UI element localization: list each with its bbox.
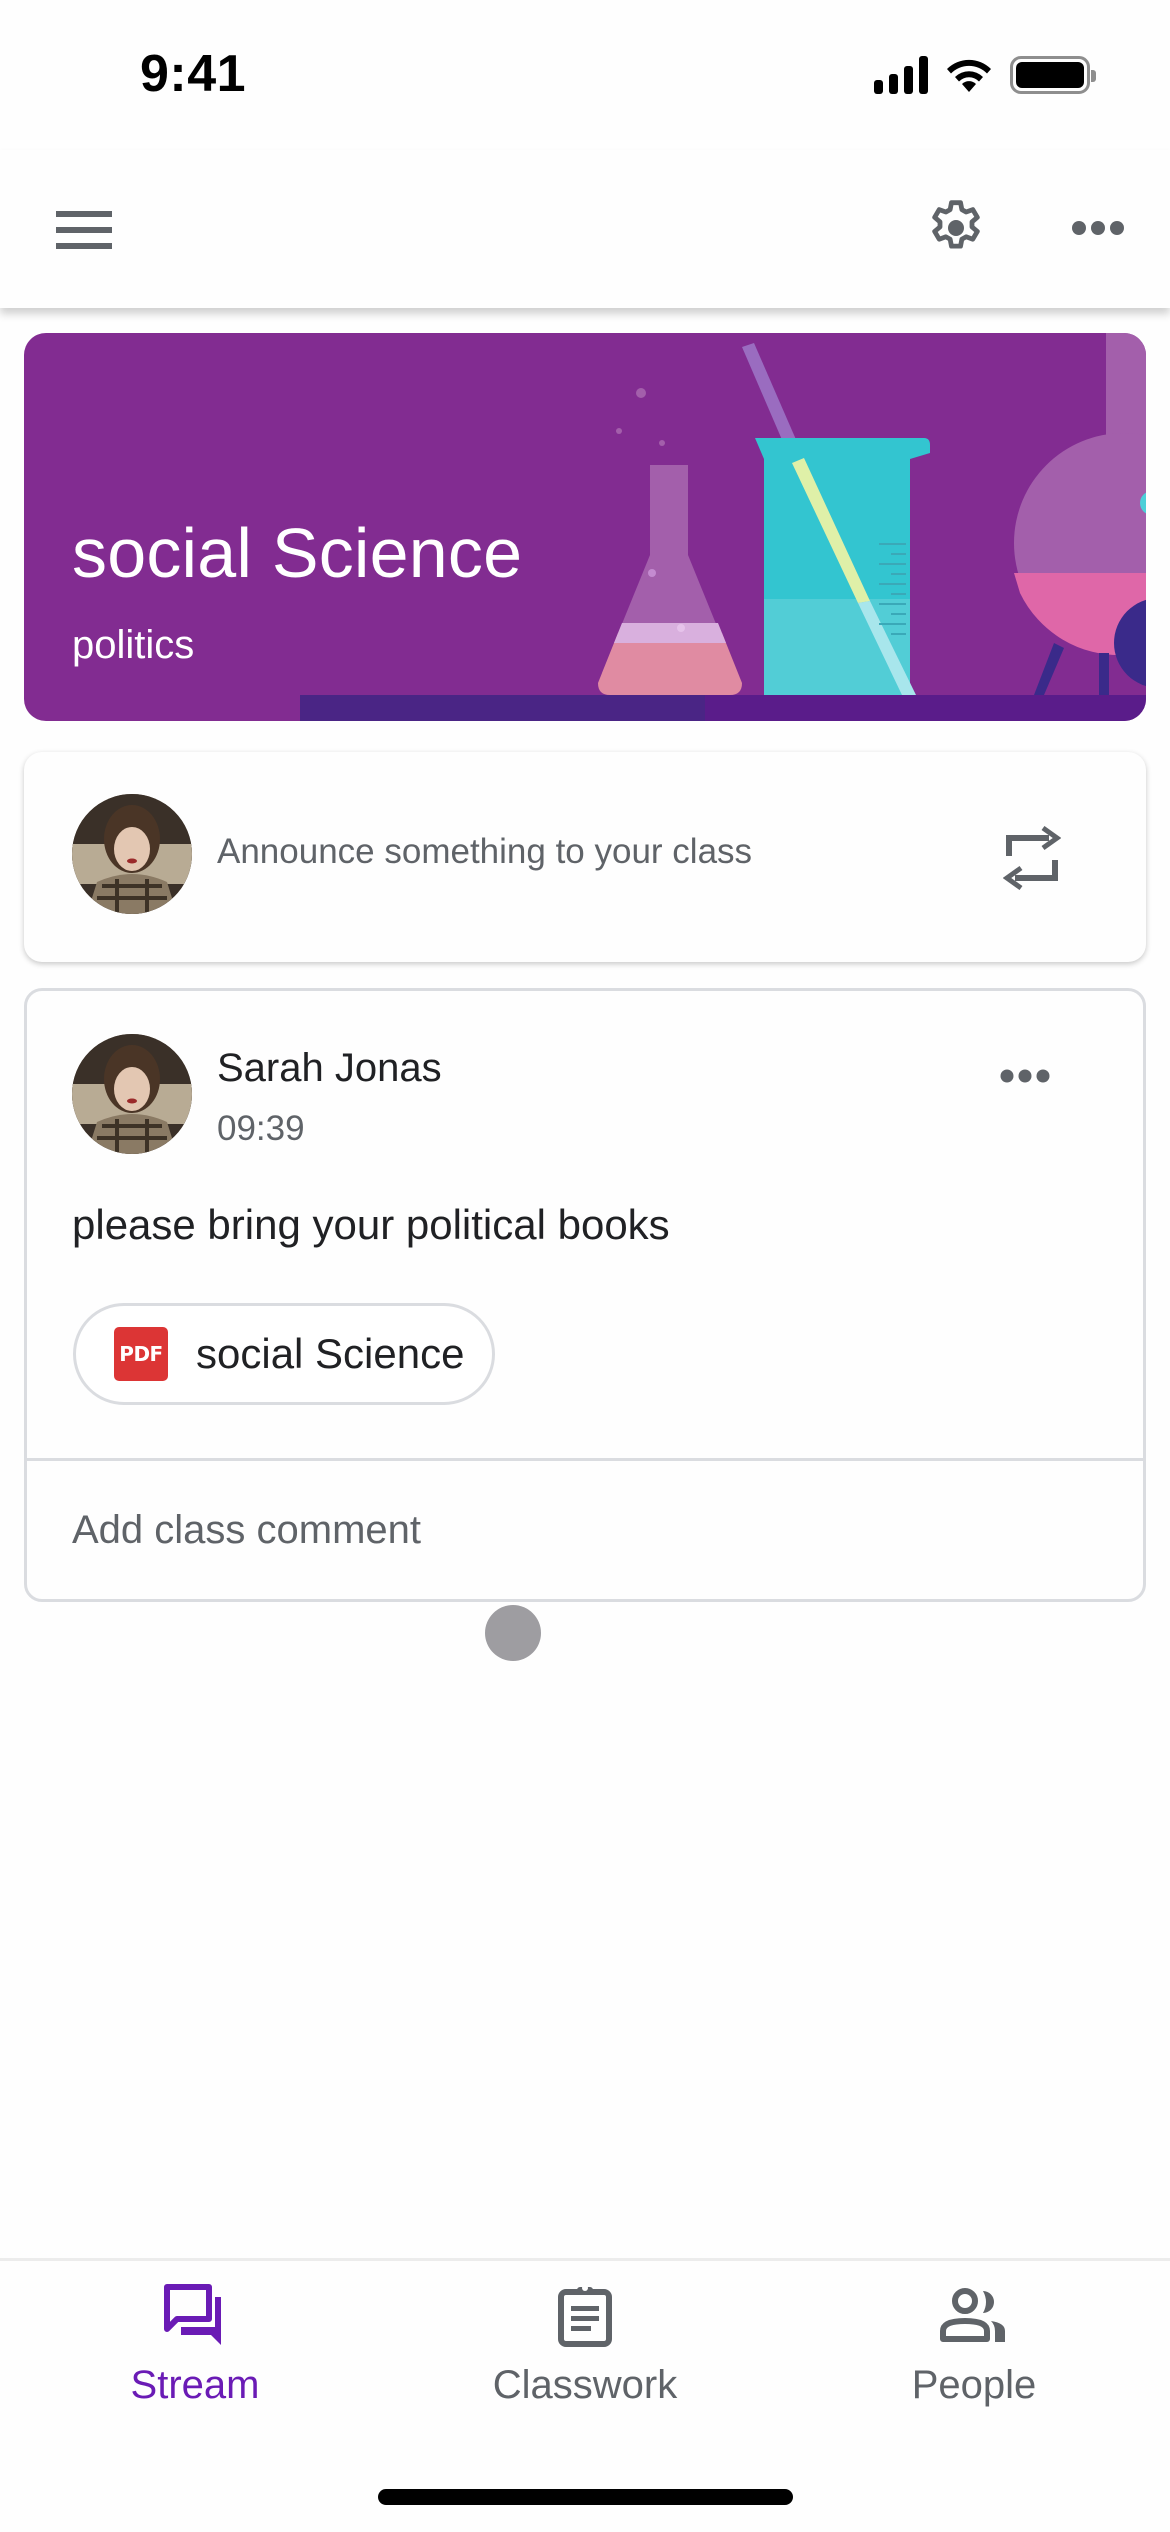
class-section: politics [72,623,195,667]
status-time: 9:41 [140,45,247,103]
attachment-name: social Science [196,1330,465,1377]
post-more-button[interactable] [977,1041,1073,1111]
add-comment-label: Add class comment [72,1507,422,1552]
nav-tab-classwork[interactable]: Classwork [435,2279,735,2429]
post-timestamp: 09:39 [217,1109,305,1148]
more-options-button[interactable] [1050,180,1146,276]
class-banner[interactable]: social Science politics [24,333,1146,721]
announcement-post: Sarah Jonas 09:39 please bring your poli… [24,988,1146,1602]
more-horizontal-icon [1072,221,1124,235]
stream-icon [164,2284,221,2345]
cellular-signal-icon [874,56,928,94]
post-author: Sarah Jonas [217,1046,442,1090]
nav-tab-people[interactable]: People [824,2279,1124,2429]
app-bar [0,150,1170,308]
add-comment-button[interactable]: Add class comment [27,1461,1143,1599]
hamburger-menu-icon [56,211,112,249]
status-icons [874,56,1096,94]
settings-button[interactable] [908,180,1004,276]
nav-label: People [911,2363,1037,2407]
repost-button[interactable] [984,810,1080,906]
pdf-icon: PDF [114,1327,168,1381]
class-title: social Science [72,514,523,592]
repost-icon [1003,826,1061,890]
wifi-icon [947,59,991,92]
battery-icon [1010,56,1096,94]
announce-input[interactable]: Announce something to your class [217,832,752,872]
author-avatar [72,1034,192,1154]
home-indicator[interactable] [378,2489,793,2505]
status-bar: 9:41 [0,0,1170,150]
avatar [72,794,192,914]
nav-label: Classwork [492,2363,678,2407]
nav-label: Stream [130,2363,260,2407]
announce-card[interactable]: Announce something to your class [24,752,1146,962]
post-body: please bring your political books [72,1201,670,1248]
more-horizontal-icon [1000,1069,1050,1083]
touch-indicator [485,1605,541,1661]
people-icon [940,2288,1005,2342]
clipboard-icon [558,2285,612,2347]
nav-tab-stream[interactable]: Stream [45,2279,345,2429]
gear-icon [932,200,980,249]
menu-button[interactable] [36,192,132,268]
attachment-chip[interactable]: PDF social Science [73,1303,496,1405]
